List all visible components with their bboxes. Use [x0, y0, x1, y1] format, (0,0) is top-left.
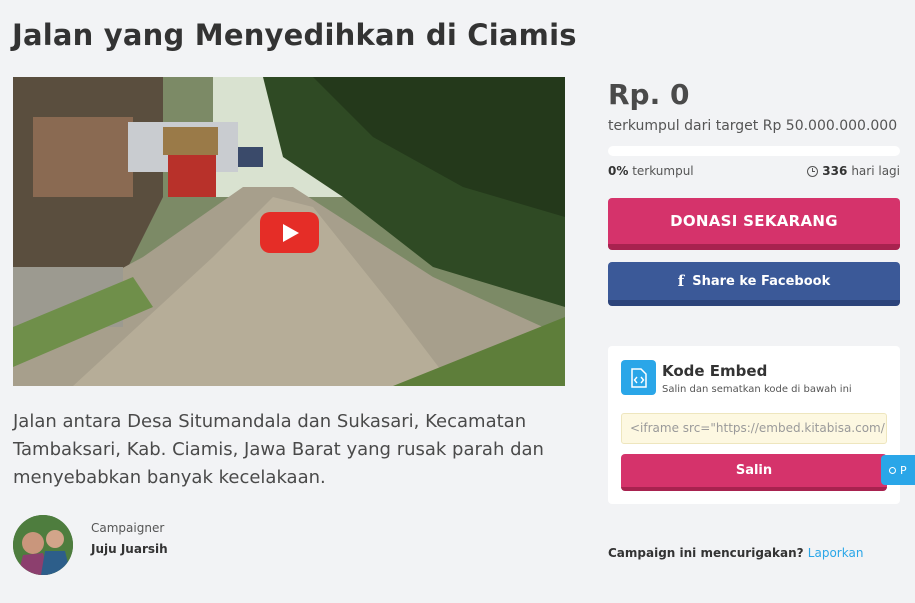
embed-title: Kode Embed	[662, 362, 768, 380]
share-facebook-button[interactable]: f Share ke Facebook	[608, 262, 900, 306]
page-title: Jalan yang Menyedihkan di Ciamis	[12, 18, 577, 52]
youtube-play-icon[interactable]	[260, 212, 319, 253]
campaign-description: Jalan antara Desa Situmandala dan Sukasa…	[13, 411, 544, 488]
report-link[interactable]: Laporkan	[808, 546, 864, 560]
target-text: terkumpul dari target Rp 50.000.000.000	[608, 118, 898, 134]
days-remaining: 336 hari lagi	[807, 164, 900, 178]
embed-card: Kode Embed Salin dan sematkan kode di ba…	[608, 346, 900, 504]
share-facebook-label: Share ke Facebook	[692, 273, 831, 289]
code-embed-icon	[621, 360, 656, 395]
circle-icon	[889, 466, 896, 474]
progress-bar	[608, 146, 900, 156]
copy-button[interactable]: Salin	[621, 454, 887, 491]
campaign-video[interactable]	[13, 77, 565, 386]
clock-icon	[807, 165, 819, 177]
facebook-icon: f	[677, 272, 685, 290]
progress-percent: 0% terkumpul	[608, 164, 694, 178]
donate-button[interactable]: DONASI SEKARANG	[608, 198, 900, 250]
floating-tab[interactable]: P	[881, 455, 915, 485]
report-section: Campaign ini mencurigakan? Laporkan	[608, 546, 863, 560]
embed-code-field[interactable]: <iframe src="https://embed.kitabisa.com/	[621, 413, 887, 444]
campaigner-label: Campaigner	[91, 521, 165, 535]
embed-subtitle: Salin dan sematkan kode di bawah ini	[662, 384, 852, 395]
floating-tab-label: P	[900, 463, 907, 477]
campaigner-avatar	[13, 515, 73, 575]
report-question: Campaign ini mencurigakan?	[608, 546, 808, 560]
collected-amount: Rp. 0	[608, 78, 690, 111]
campaigner-name[interactable]: Juju Juarsih	[91, 542, 168, 556]
